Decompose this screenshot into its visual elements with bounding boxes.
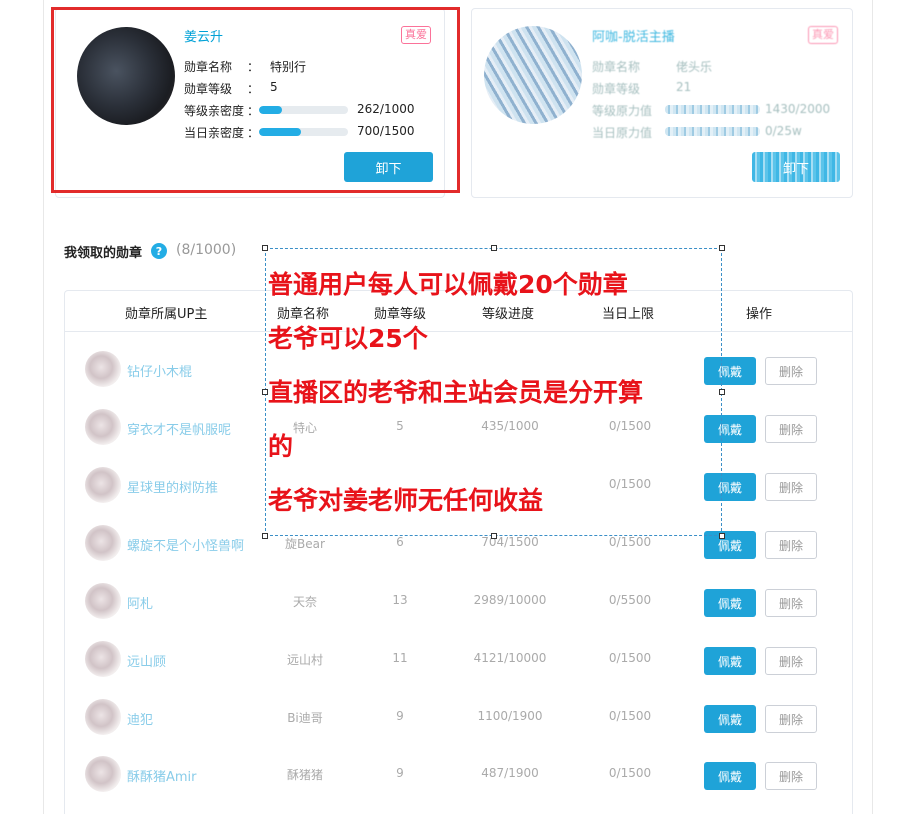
delete-button[interactable]: 删除 (765, 415, 817, 443)
medal-level-label: 勋章等级 (592, 82, 641, 96)
help-icon[interactable]: ? (151, 243, 167, 259)
level-progress: 2989/10000 (473, 593, 547, 607)
daily-limit: 0/1500 (608, 766, 652, 780)
up-avatar (85, 756, 121, 792)
annotation-line: 普通用户每人可以佩戴20个勋章 (268, 270, 628, 299)
daily-power-bar (665, 127, 760, 136)
up-avatar (85, 525, 121, 561)
wear-button[interactable]: 佩戴 (704, 647, 756, 675)
level-power-bar (665, 105, 760, 114)
medal-level: 9 (396, 766, 404, 780)
level-progress: 487/1900 (481, 766, 539, 780)
up-name[interactable]: 迪犯 (127, 709, 153, 728)
annotation-line: 的 (268, 432, 294, 461)
table-row: 阿札 天奈 13 2989/10000 0/5500 佩戴 删除 (65, 573, 852, 631)
table-row: 远山顾 远山村 11 4121/10000 0/1500 佩戴 删除 (65, 631, 852, 689)
medal-name: 天奈 (292, 595, 317, 609)
up-name[interactable]: 钻仔小木棍 (127, 361, 192, 380)
medal-level: 11 (392, 651, 408, 665)
section-title: 我领取的勋章 (64, 246, 143, 261)
delete-button[interactable]: 删除 (765, 762, 817, 790)
up-avatar (85, 351, 121, 387)
daily-power-label: 当日原力值 (592, 126, 653, 140)
wear-button[interactable]: 佩戴 (704, 589, 756, 617)
medal-name: 酥猪猪 (286, 768, 323, 782)
up-avatar (85, 409, 121, 445)
col-header-actions: 操作 (746, 307, 773, 322)
daily-power-value: 0/25w (765, 124, 802, 138)
medal-name: 旋Bear (285, 537, 325, 551)
col-header-up: 勋章所属UP主 (125, 307, 208, 322)
medal-level: 6 (396, 535, 404, 549)
up-name[interactable]: 阿咖-脱活主播 (592, 26, 675, 45)
up-avatar (85, 699, 121, 735)
medal-level: 13 (392, 593, 408, 607)
up-name[interactable]: 酥酥猪Amir (127, 766, 197, 785)
up-name[interactable]: 星球里的树防推 (127, 477, 218, 496)
annotation-line: 老爷可以25个 (268, 324, 428, 353)
delete-button[interactable]: 删除 (765, 531, 817, 559)
level-power-value: 1430/2000 (765, 102, 831, 116)
daily-limit: 0/5500 (608, 593, 652, 607)
annotation-line: 直播区的老爷和主站会员是分开算 (268, 378, 644, 407)
up-name[interactable]: 螺旋不是个小怪兽啊 (127, 535, 244, 554)
table-row: 迪犯 Bi迪哥 9 1100/1900 0/1500 佩戴 删除 (65, 689, 852, 747)
unload-button[interactable]: 卸下 (752, 152, 840, 182)
resize-handle[interactable] (719, 533, 725, 539)
daily-limit: 0/1500 (608, 651, 652, 665)
resize-handle[interactable] (719, 245, 725, 251)
annotation-line: 老爷对姜老师无任何收益 (268, 486, 544, 515)
table-row: 酥酥猪Amir 酥猪猪 9 487/1900 0/1500 佩戴 删除 (65, 746, 852, 804)
up-avatar (85, 641, 121, 677)
level-progress: 704/1500 (481, 535, 539, 549)
highlight-frame (51, 7, 460, 193)
up-avatar (484, 26, 582, 124)
daily-limit: 0/1500 (608, 535, 652, 549)
up-avatar (85, 467, 121, 503)
medal-name-value: 佬头乐 (676, 60, 713, 74)
up-name[interactable]: 阿札 (127, 593, 153, 612)
medal-name: Bi迪哥 (287, 711, 323, 725)
up-avatar (85, 583, 121, 619)
resize-handle[interactable] (491, 533, 497, 539)
resize-handle[interactable] (719, 389, 725, 395)
up-name[interactable]: 远山顾 (127, 651, 166, 670)
resize-handle[interactable] (262, 533, 268, 539)
up-name[interactable]: 穿衣才不是帆服呢 (127, 419, 231, 438)
level-progress: 4121/10000 (473, 651, 547, 665)
medal-name-label: 勋章名称 (592, 60, 641, 74)
level-power-label: 等级原力值 (592, 104, 653, 118)
annotation-text: 普通用户每人可以佩戴20个勋章 老爷可以25个 直播区的老爷和主站会员是分开算 … (268, 258, 718, 528)
tag-badge: 真爱 (808, 26, 838, 44)
medal-name: 远山村 (286, 653, 323, 667)
resize-handle[interactable] (262, 245, 268, 251)
delete-button[interactable]: 删除 (765, 357, 817, 385)
medal-level: 9 (396, 709, 404, 723)
resize-handle[interactable] (491, 245, 497, 251)
daily-limit: 0/1500 (608, 709, 652, 723)
delete-button[interactable]: 删除 (765, 473, 817, 501)
wear-button[interactable]: 佩戴 (704, 762, 756, 790)
delete-button[interactable]: 删除 (765, 705, 817, 733)
delete-button[interactable]: 删除 (765, 647, 817, 675)
wear-button[interactable]: 佩戴 (704, 705, 756, 733)
medal-count: (8/1000) (176, 242, 237, 258)
medal-level-value: 21 (676, 80, 692, 94)
level-progress: 1100/1900 (477, 709, 543, 723)
delete-button[interactable]: 删除 (765, 589, 817, 617)
